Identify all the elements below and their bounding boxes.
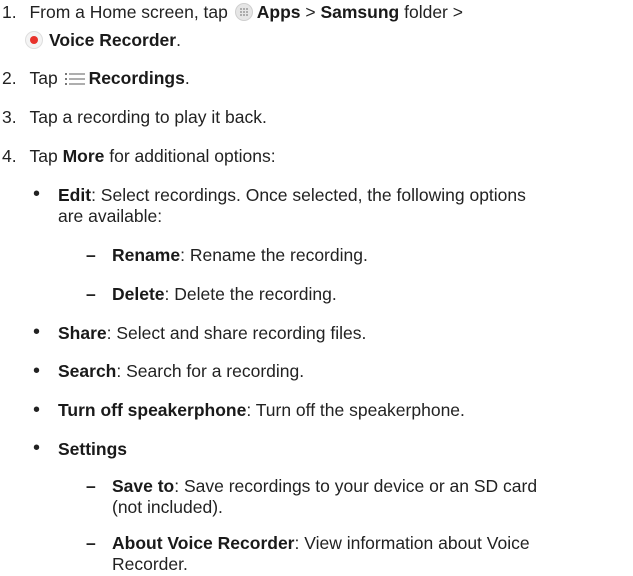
option-desc: are available: [58,206,163,226]
step-text: Tap [29,68,63,89]
voice-recorder-label: Voice Recorder [49,30,177,51]
option-desc: : Select recordings. Once selected, the … [91,184,526,205]
option-settings: Settings [58,439,127,459]
option-label: Save to [112,475,175,496]
option-label: Share [58,323,107,344]
option-about-continued: Recorder. [112,554,188,574]
option-desc: Recorder. [112,554,188,574]
option-save-to: Save to: Save recordings to your device … [112,476,537,496]
step-number: 4. [2,145,17,166]
option-desc: : Search for a recording. [116,361,305,382]
dash: – [86,245,96,265]
step-text: From a Home screen, tap [29,1,233,22]
option-edit: Edit: Select recordings. Once selected, … [58,185,526,205]
list-menu-icon [64,73,85,86]
option-desc: : View information about Voice [294,532,530,553]
step-text-suffix: for additional options: [104,145,276,166]
step-number: 3. [2,107,17,128]
step-text: Tap [29,145,63,166]
samsung-label: Samsung [320,1,400,22]
option-speakerphone: Turn off speakerphone: Turn off the spea… [58,400,465,420]
step-1: 1. From a Home screen, tap Apps > Samsun… [2,2,463,22]
option-label: Search [58,361,117,382]
option-desc: : Turn off the speakerphone. [246,400,465,421]
dash: – [86,475,96,496]
option-desc: (not included). [112,497,223,518]
option-desc: : Rename the recording. [180,245,368,265]
option-label: About Voice Recorder [112,532,295,553]
step-text: Tap a recording to play it back. [29,107,267,128]
instructions-document: 1. From a Home screen, tap Apps > Samsun… [0,0,633,576]
bullet: • [33,321,41,344]
step-2: 2. Tap Recordings. [2,68,190,88]
option-rename: Rename: Rename the recording. [112,245,368,265]
step-number: 2. [2,68,17,89]
apps-grid-icon [234,2,253,21]
apps-label: Apps [256,1,301,22]
recordings-label: Recordings [88,68,185,89]
more-label: More [62,145,105,166]
period: . [184,68,190,89]
step-number: 1. [2,1,17,22]
voice-recorder-icon [25,31,43,50]
option-label: Edit [58,184,92,205]
step-1-continued: Voice Recorder. [25,30,181,50]
folder-text: folder > [399,1,463,22]
period: . [176,30,181,51]
option-share: Share: Select and share recording files. [58,323,366,343]
option-about: About Voice Recorder: View information a… [112,533,530,553]
option-save-to-continued: (not included). [112,497,223,517]
option-label: Settings [58,438,128,459]
step-3: 3. Tap a recording to play it back. [2,107,267,127]
option-label: Delete [112,284,165,305]
separator: > [300,1,321,22]
step-4: 4. Tap More for additional options: [2,146,276,166]
bullet: • [33,182,41,205]
dash: – [86,532,96,553]
option-delete: Delete: Delete the recording. [112,284,337,304]
bullet: • [33,436,41,459]
option-edit-continued: are available: [58,206,162,226]
bullet: • [33,359,41,382]
option-label: Turn off speakerphone [58,400,247,421]
option-search: Search: Search for a recording. [58,361,304,381]
option-label: Rename [112,245,181,265]
bullet: • [33,398,41,421]
option-desc: : Save recordings to your device or an S… [174,475,538,496]
dash: – [86,284,96,305]
option-desc: : Delete the recording. [164,284,337,305]
option-desc: : Select and share recording files. [106,323,367,344]
